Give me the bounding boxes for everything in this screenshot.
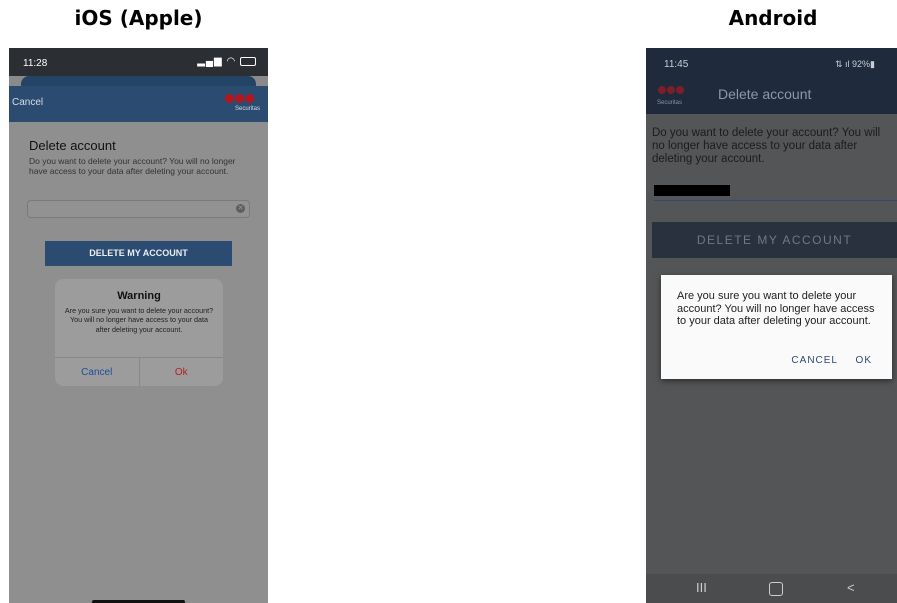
ios-dialog-cancel-button[interactable]: Cancel xyxy=(55,358,140,386)
ios-nav-bar: Cancel Securitas xyxy=(9,86,268,122)
android-status-icons: ⇅ ıl 92%▮ xyxy=(835,59,875,70)
signal-icon: ⇅ ıl xyxy=(834,59,853,69)
ios-logo-text: Securitas xyxy=(234,106,260,112)
ios-delete-account-button[interactable]: DELETE MY ACCOUNT xyxy=(45,241,232,266)
wifi-icon: ◠ xyxy=(226,56,237,67)
android-confirm-dialog: Are you sure you want to delete your acc… xyxy=(661,275,892,379)
securitas-logo-icon xyxy=(225,94,254,103)
ios-description: Do you want to delete your account? You … xyxy=(29,156,236,176)
ios-content: Delete account Do you want to delete you… xyxy=(9,122,268,603)
android-heading: Android xyxy=(728,6,818,30)
ios-dialog-ok-button[interactable]: Ok xyxy=(140,358,224,386)
ios-dialog-title: Warning xyxy=(117,290,161,302)
android-status-time: 11:45 xyxy=(664,59,689,70)
android-battery-text: 92% xyxy=(852,59,871,69)
ios-cancel-link[interactable]: Cancel xyxy=(12,97,43,108)
android-nav-bar: III < xyxy=(646,574,897,603)
recents-icon[interactable]: III xyxy=(696,580,707,595)
ios-screen: 11:28 ▂▄▆ ◠ Cancel Securitas Delete acco… xyxy=(9,48,268,603)
android-content: Do you want to delete your account? You … xyxy=(646,114,897,574)
home-icon[interactable] xyxy=(769,582,783,596)
android-app-title: Delete account xyxy=(718,86,812,102)
clear-icon[interactable]: ✕ xyxy=(236,204,245,213)
android-delete-account-button[interactable]: DELETE MY ACCOUNT xyxy=(652,222,897,258)
back-icon[interactable]: < xyxy=(847,580,855,595)
ios-confirm-input[interactable]: ✕ xyxy=(27,200,250,218)
ios-page-title: Delete account xyxy=(29,138,116,153)
ios-status-bar: 11:28 ▂▄▆ ◠ xyxy=(9,48,268,76)
ios-warning-dialog: Warning Are you sure you want to delete … xyxy=(55,279,223,386)
signal-icon: ▂▄▆ xyxy=(197,56,223,67)
battery-icon xyxy=(240,56,256,66)
android-app-bar: Securitas Delete account xyxy=(646,76,897,114)
ios-dialog-actions: Cancel Ok xyxy=(55,357,223,386)
android-dialog-message: Are you sure you want to delete your acc… xyxy=(677,290,875,327)
android-confirm-input[interactable] xyxy=(654,185,730,196)
android-status-bar: 11:45 ⇅ ıl 92%▮ xyxy=(646,48,897,76)
android-dialog-cancel-button[interactable]: CANCEL xyxy=(791,355,838,366)
ios-sheet-edge xyxy=(21,76,256,86)
android-dialog-ok-button[interactable]: OK xyxy=(856,355,872,366)
securitas-logo-icon xyxy=(658,86,684,94)
android-screen: 11:45 ⇅ ıl 92%▮ Securitas Delete account… xyxy=(646,48,897,603)
ios-heading: iOS (Apple) xyxy=(74,6,203,30)
battery-icon: ▮ xyxy=(870,59,875,69)
android-logo-text: Securitas xyxy=(657,100,683,106)
ios-dialog-message: Are you sure you want to delete your acc… xyxy=(64,306,214,334)
android-input-underline xyxy=(654,200,897,201)
ios-status-time: 11:28 xyxy=(23,58,48,69)
ios-status-icons: ▂▄▆ ◠ xyxy=(197,56,256,67)
android-description: Do you want to delete your account? You … xyxy=(652,127,881,165)
